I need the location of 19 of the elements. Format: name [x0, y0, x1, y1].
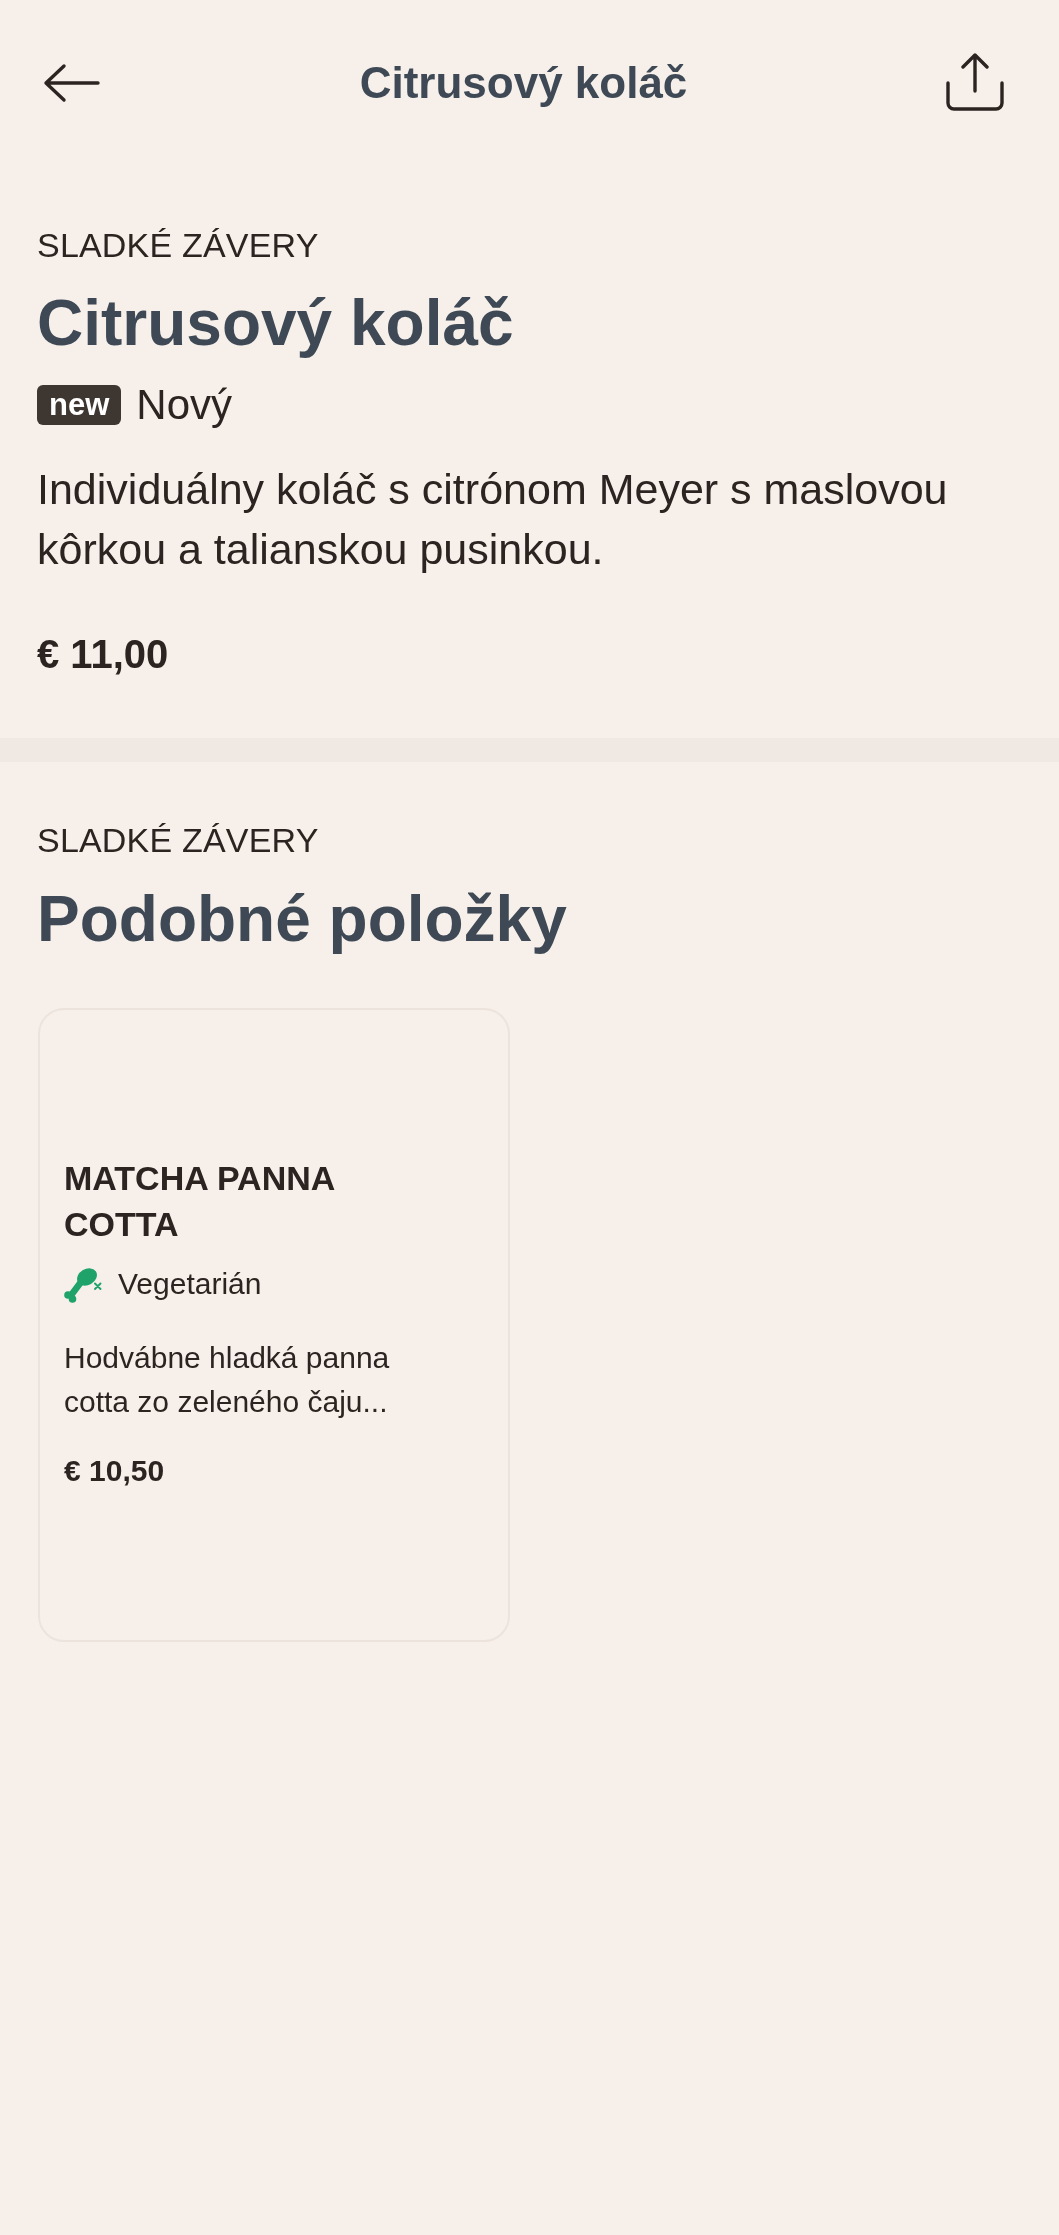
share-icon: [946, 53, 1004, 111]
product-description: Hodvábne hladká panna cotta zo zeleného čaju...: [64, 1340, 391, 1420]
item-title: Citrusový koláč: [37, 286, 514, 361]
product-name: MATCHA PANNA COTTA: [64, 1158, 336, 1245]
item-price: € 11,00: [37, 631, 169, 678]
product-price: € 10,50: [64, 1453, 165, 1489]
share-button[interactable]: [946, 53, 1004, 111]
category-label: SLADKÉ ZÁVERY: [37, 225, 319, 265]
screen-title: Citrusový koláč: [359, 57, 688, 109]
diet-label: Vegetarián: [118, 1266, 262, 1302]
section-title: Podobné položky: [37, 882, 567, 957]
status-label: Nový: [136, 383, 232, 427]
new-badge: new: [37, 385, 122, 425]
drumstick-icon: [64, 1265, 104, 1303]
category-label: SLADKÉ ZÁVERY: [37, 820, 319, 860]
item-description: Individuálny koláč s citrónom Meyer s maslovou kôrkou a talianskou pusinkou.: [37, 464, 949, 575]
product-card[interactable]: MATCHA PANNA COTTA Vegetarián Hodvábne hladká panna cotta zo zeleného čaju... € 10,50: [38, 1008, 510, 1642]
back-button[interactable]: [43, 63, 100, 103]
back-arrow-icon: [43, 63, 100, 103]
